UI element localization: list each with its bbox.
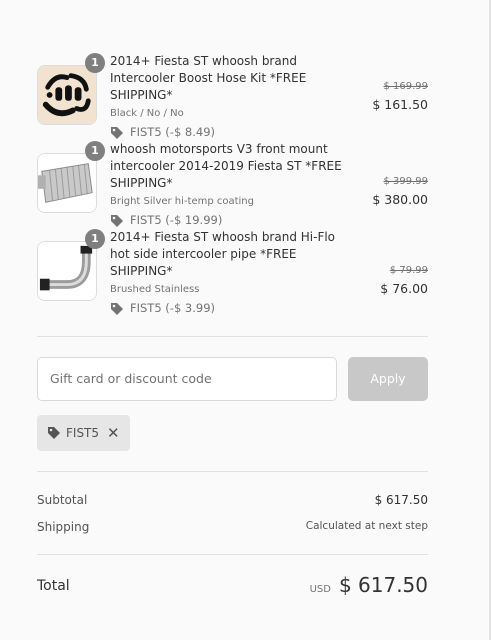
discount-text: FIST5 (-$ 8.49) xyxy=(130,125,216,139)
product-title: 2014+ Fiesta ST whoosh brand Intercooler… xyxy=(110,54,307,102)
currency-code: USD xyxy=(309,584,331,595)
product-variant: Black / No / No xyxy=(110,108,184,119)
shipping-value: Calculated at next step xyxy=(305,520,428,532)
line-item: 1 2014+ Fiesta ST whoosh brand Intercool… xyxy=(37,53,428,139)
subtotal-value: $ 617.50 xyxy=(374,493,428,507)
tag-icon xyxy=(111,126,123,139)
discounted-price: $ 380.00 xyxy=(372,192,428,207)
line-item: 1 2014+ Fiesta ST whoosh brand Hi-Flo ho… xyxy=(37,229,428,315)
divider xyxy=(37,554,428,555)
line-item: 1 whoosh motorsports V3 front mount inte… xyxy=(37,141,428,227)
quantity-badge: 1 xyxy=(85,53,105,73)
total-label: Total xyxy=(37,578,70,594)
tag-icon xyxy=(48,427,60,439)
discounted-price: $ 161.50 xyxy=(372,97,428,112)
product-variant: Brushed Stainless xyxy=(110,284,200,295)
subtotal-label: Subtotal xyxy=(37,493,88,507)
original-price: $ 79.99 xyxy=(389,265,428,276)
total-amount: USD $ 617.50 xyxy=(310,573,428,597)
discount-text: FIST5 (-$ 19.99) xyxy=(130,213,223,227)
discount-text: FIST5 (-$ 3.99) xyxy=(130,301,216,315)
tag-icon xyxy=(111,302,123,315)
item-discount: FIST5 (-$ 8.49) xyxy=(110,125,350,140)
apply-button[interactable]: Apply xyxy=(348,357,428,401)
quantity-badge: 1 xyxy=(85,229,105,249)
discount-code-input[interactable]: Gift card or discount code xyxy=(37,357,337,401)
applied-code: FIST5 xyxy=(66,426,100,440)
product-title: 2014+ Fiesta ST whoosh brand Hi-Flo hot … xyxy=(110,230,336,278)
intercooler-image xyxy=(37,153,97,213)
item-discount: FIST5 (-$ 3.99) xyxy=(110,301,350,316)
original-price: $ 399.99 xyxy=(383,176,428,187)
quantity-badge: 1 xyxy=(85,141,105,161)
product-variant: Bright Silver hi-temp coating xyxy=(110,196,254,207)
pipe-image xyxy=(37,241,97,301)
applied-discount-chip: FIST5 ✕ xyxy=(37,415,130,451)
hose-kit-image xyxy=(37,65,97,125)
original-price: $ 169.99 xyxy=(383,81,428,92)
discounted-price: $ 76.00 xyxy=(380,281,428,296)
divider xyxy=(37,336,428,337)
item-discount: FIST5 (-$ 19.99) xyxy=(110,213,350,228)
divider xyxy=(37,471,428,472)
order-summary: 1 2014+ Fiesta ST whoosh brand Intercool… xyxy=(37,0,428,640)
total-value: $ 617.50 xyxy=(338,573,428,597)
remove-code-icon[interactable]: ✕ xyxy=(107,424,120,442)
product-title: whoosh motorsports V3 front mount interc… xyxy=(110,142,342,190)
shipping-label: Shipping xyxy=(37,520,90,534)
tag-icon xyxy=(111,214,123,227)
